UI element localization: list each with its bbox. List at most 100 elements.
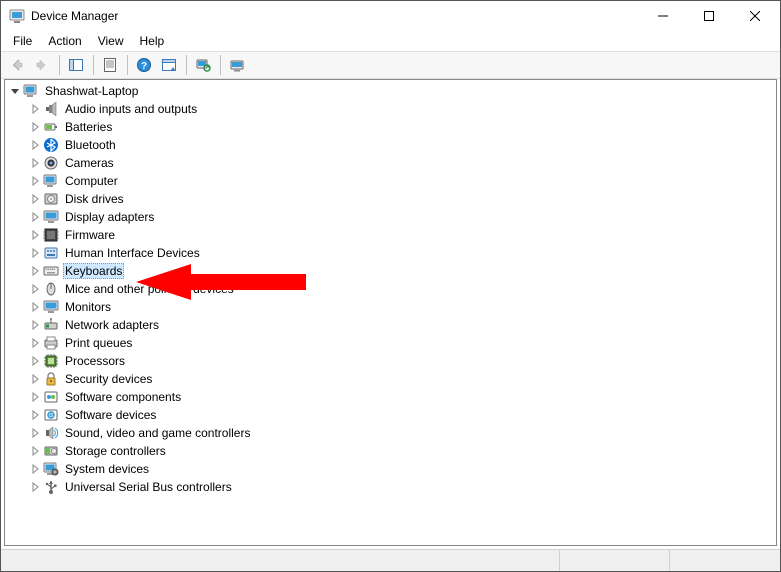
expand-icon[interactable] (27, 317, 43, 333)
tree-root-row[interactable]: Shashwat-Laptop (7, 82, 774, 100)
device-tree-pane[interactable]: Shashwat-Laptop Audio inputs and outputs… (4, 79, 777, 546)
tree-item-keyboard[interactable]: Keyboards (7, 262, 774, 280)
tree-item-label: Network adapters (63, 317, 161, 333)
tree-item-usb[interactable]: Universal Serial Bus controllers (7, 478, 774, 496)
help-button[interactable]: ? (132, 53, 156, 77)
expand-icon[interactable] (27, 155, 43, 171)
tree-item-system[interactable]: System devices (7, 460, 774, 478)
tree-item-computer[interactable]: Computer (7, 172, 774, 190)
disk-icon (43, 191, 59, 207)
expand-icon[interactable] (27, 137, 43, 153)
scan-hardware-button[interactable] (191, 53, 215, 77)
add-hardware-button[interactable] (225, 53, 249, 77)
tree-item-label: Processors (63, 353, 127, 369)
security-icon (43, 371, 59, 387)
tree-item-label: Cameras (63, 155, 116, 171)
expand-icon[interactable] (27, 119, 43, 135)
expand-icon[interactable] (27, 281, 43, 297)
maximize-button[interactable] (686, 2, 732, 31)
tree-item-label: System devices (63, 461, 151, 477)
tree-item-label: Security devices (63, 371, 154, 387)
tree-item-label: Mice and other pointing devices (63, 281, 236, 297)
network-icon (43, 317, 59, 333)
cpu-icon (43, 353, 59, 369)
properties-button[interactable] (98, 53, 122, 77)
tree-item-disk[interactable]: Disk drives (7, 190, 774, 208)
tree-item-label: Keyboards (63, 263, 124, 279)
audio-icon (43, 101, 59, 117)
close-button[interactable] (732, 2, 778, 31)
computer-icon (23, 83, 39, 99)
titlebar[interactable]: Device Manager (1, 1, 780, 31)
expand-icon[interactable] (27, 407, 43, 423)
tree-item-label: Monitors (63, 299, 113, 315)
tree-item-label: Software devices (63, 407, 158, 423)
tree-item-label: Software components (63, 389, 183, 405)
tree-item-label: Universal Serial Bus controllers (63, 479, 234, 495)
status-segment (670, 550, 780, 571)
swcomp-icon (43, 389, 59, 405)
menu-help[interactable]: Help (132, 32, 173, 50)
status-segment (1, 550, 560, 571)
expand-icon[interactable] (27, 443, 43, 459)
system-icon (43, 461, 59, 477)
camera-icon (43, 155, 59, 171)
tree-item-label: Display adapters (63, 209, 156, 225)
expand-icon[interactable] (27, 425, 43, 441)
tree-item-firmware[interactable]: Firmware (7, 226, 774, 244)
window-controls (640, 2, 778, 31)
display-icon (43, 209, 59, 225)
tree-item-bluetooth[interactable]: Bluetooth (7, 136, 774, 154)
tree-item-swdev[interactable]: Software devices (7, 406, 774, 424)
expand-icon[interactable] (27, 461, 43, 477)
tree-item-battery[interactable]: Batteries (7, 118, 774, 136)
storage-icon (43, 443, 59, 459)
tree-item-storage[interactable]: Storage controllers (7, 442, 774, 460)
toolbar-separator (220, 55, 221, 75)
expand-icon[interactable] (27, 209, 43, 225)
tree-item-cpu[interactable]: Processors (7, 352, 774, 370)
expand-icon[interactable] (27, 353, 43, 369)
expand-icon[interactable] (27, 371, 43, 387)
expand-icon[interactable] (27, 335, 43, 351)
tree-item-security[interactable]: Security devices (7, 370, 774, 388)
tree-item-camera[interactable]: Cameras (7, 154, 774, 172)
action-button[interactable] (157, 53, 181, 77)
device-manager-window: Device Manager File Action View Help ? (0, 0, 781, 572)
tree-item-monitor[interactable]: Monitors (7, 298, 774, 316)
expand-icon[interactable] (27, 173, 43, 189)
tree-item-hid[interactable]: Human Interface Devices (7, 244, 774, 262)
menu-view[interactable]: View (90, 32, 132, 50)
expand-icon[interactable] (27, 191, 43, 207)
expand-icon[interactable] (27, 389, 43, 405)
menu-file[interactable]: File (5, 32, 40, 50)
printer-icon (43, 335, 59, 351)
tree-item-label: Audio inputs and outputs (63, 101, 199, 117)
expand-icon[interactable] (27, 299, 43, 315)
tree-item-swcomp[interactable]: Software components (7, 388, 774, 406)
tree-root-label: Shashwat-Laptop (43, 83, 140, 99)
back-button (5, 53, 29, 77)
tree-item-audio[interactable]: Audio inputs and outputs (7, 100, 774, 118)
tree-item-network[interactable]: Network adapters (7, 316, 774, 334)
usb-icon (43, 479, 59, 495)
tree-item-mouse[interactable]: Mice and other pointing devices (7, 280, 774, 298)
expand-icon[interactable] (27, 101, 43, 117)
expand-icon[interactable] (27, 227, 43, 243)
collapse-icon[interactable] (7, 83, 23, 99)
bluetooth-icon (43, 137, 59, 153)
toolbar-separator (93, 55, 94, 75)
menu-action[interactable]: Action (40, 32, 89, 50)
expand-icon[interactable] (27, 245, 43, 261)
hid-icon (43, 245, 59, 261)
expand-icon[interactable] (27, 479, 43, 495)
keyboard-icon (43, 263, 59, 279)
tree-item-label: Computer (63, 173, 120, 189)
minimize-button[interactable] (640, 2, 686, 31)
tree-item-display[interactable]: Display adapters (7, 208, 774, 226)
tree-item-sound[interactable]: Sound, video and game controllers (7, 424, 774, 442)
tree-item-printer[interactable]: Print queues (7, 334, 774, 352)
forward-button (30, 53, 54, 77)
expand-icon[interactable] (27, 263, 43, 279)
show-hide-console-tree-button[interactable] (64, 53, 88, 77)
